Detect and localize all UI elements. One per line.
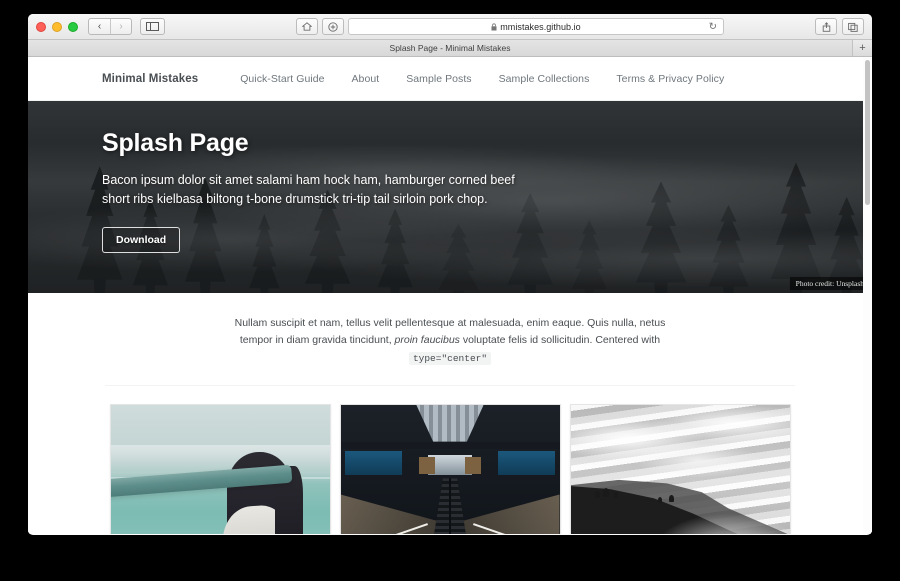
plus-circle-icon (328, 21, 338, 32)
hero-content: Splash Page Bacon ipsum dolor sit amet s… (102, 129, 812, 253)
intro-text-part2: voluptate felis id sollicitudin. Centere… (459, 334, 661, 347)
site-masthead: Minimal Mistakes Quick-Start Guide About… (28, 57, 872, 101)
site-brand[interactable]: Minimal Mistakes (102, 73, 198, 85)
minimize-window-button[interactable] (52, 21, 62, 32)
url-display: mmistakes.github.io (491, 21, 581, 32)
feature-image-clouds-over-ridge (570, 404, 790, 534)
hero-excerpt: Bacon ipsum dolor sit amet salami ham ho… (102, 173, 515, 207)
back-icon[interactable]: ‹ (89, 19, 110, 34)
navigation-buttons: ‹ › (88, 18, 132, 35)
ridge-tree (594, 490, 600, 498)
forward-icon[interactable]: › (110, 19, 131, 34)
close-window-button[interactable] (36, 21, 46, 32)
window-right (498, 450, 556, 476)
escalator-divider (448, 478, 452, 534)
show-tabs-button[interactable] (842, 18, 864, 35)
share-button[interactable] (815, 18, 837, 35)
tab-strip: Splash Page - Minimal Mistakes + (28, 40, 872, 57)
add-bookmark-button[interactable] (322, 18, 344, 35)
valley-mist (636, 496, 790, 534)
maximize-window-button[interactable] (68, 21, 78, 32)
intro-code-snippet: type="center" (408, 351, 492, 365)
nav-item-quick-start-guide[interactable]: Quick-Start Guide (240, 73, 324, 85)
window-controls (36, 21, 78, 32)
active-tab[interactable]: Splash Page - Minimal Mistakes (390, 43, 511, 53)
home-icon (302, 22, 312, 31)
nav-item-sample-posts[interactable]: Sample Posts (406, 73, 471, 85)
browser-toolbar: ‹ › mmistakes.github.io ↻ (28, 14, 872, 40)
feature-row (28, 403, 872, 534)
feature-item[interactable] (339, 403, 561, 534)
reload-icon[interactable]: ↻ (709, 21, 717, 32)
feature-image-woman-with-teal-scarf (110, 404, 330, 534)
browser-window: ‹ › mmistakes.github.io ↻ Splash Page - … (28, 14, 872, 535)
lock-icon (491, 22, 497, 30)
sidebar-glyph (146, 22, 159, 31)
nav-item-sample-collections[interactable]: Sample Collections (499, 73, 590, 85)
page-scrollbar-track[interactable] (863, 57, 872, 534)
ridge-tree (614, 492, 619, 499)
window-left (344, 450, 402, 476)
page-viewport: Minimal Mistakes Quick-Start Guide About… (28, 57, 872, 534)
feature-image-escalator-hall (340, 404, 560, 534)
cloud-band (110, 444, 330, 470)
intro-emphasis: proin faucibus (394, 334, 460, 347)
sign-left (419, 456, 435, 474)
nav-item-terms-privacy-policy[interactable]: Terms & Privacy Policy (616, 73, 724, 85)
feature-item[interactable] (569, 403, 791, 534)
intro-paragraph: Nullam suscipit et nam, tellus velit pel… (232, 315, 668, 367)
content-divider (105, 384, 795, 386)
nav-item-about[interactable]: About (352, 73, 380, 85)
address-bar[interactable]: mmistakes.github.io ↻ (348, 18, 724, 35)
page-scrollbar-thumb[interactable] (865, 60, 870, 205)
ridge-tree (603, 487, 610, 497)
site-navigation: Quick-Start Guide About Sample Posts Sam… (240, 73, 724, 85)
sign-right (465, 456, 481, 474)
home-button[interactable] (296, 18, 318, 35)
feature-item[interactable] (109, 403, 331, 534)
address-area: mmistakes.github.io ↻ (296, 18, 724, 35)
photo-credit: Photo credit: Unsplash (789, 277, 870, 290)
new-tab-button[interactable]: + (852, 40, 872, 56)
hero-banner: Splash Page Bacon ipsum dolor sit amet s… (28, 101, 872, 293)
toolbar-right-buttons (815, 18, 864, 35)
sidebar-toggle-icon[interactable] (140, 18, 165, 35)
page-content: Nullam suscipit et nam, tellus velit pel… (28, 293, 872, 534)
url-text: mmistakes.github.io (500, 21, 581, 32)
download-button[interactable]: Download (102, 226, 181, 253)
ceiling-beam (340, 441, 560, 450)
tabs-overview-icon (848, 22, 858, 32)
page-title: Splash Page (102, 129, 249, 157)
share-icon (822, 21, 830, 32)
